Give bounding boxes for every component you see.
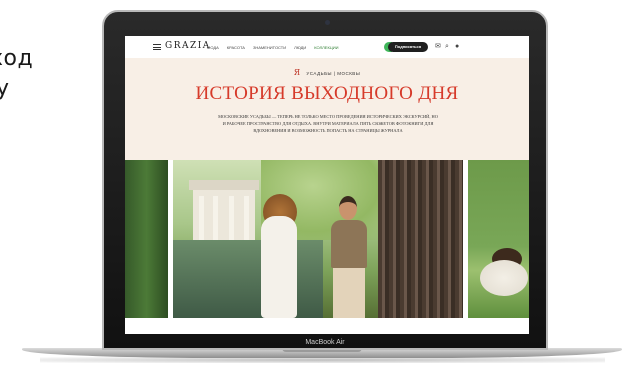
kicker-logo-icon: Я bbox=[293, 68, 301, 77]
menu-item-people[interactable]: Люди bbox=[294, 45, 306, 50]
side-caption-line-2: у bbox=[0, 76, 10, 101]
pavilion bbox=[189, 180, 259, 248]
kicker-label[interactable]: УСАДЬБЫ | МОСКВЫ bbox=[306, 71, 360, 76]
menu-item-beauty[interactable]: Красота bbox=[227, 45, 245, 50]
laptop-screen: GRAZIA Мода Красота Знаменитости Люди Ко… bbox=[125, 36, 529, 334]
man-figure-head bbox=[339, 196, 357, 220]
pavilion-column bbox=[199, 196, 204, 244]
man-figure-pants bbox=[333, 268, 365, 318]
main-menu: Мода Красота Знаменитости Люди Коллекции bbox=[207, 45, 339, 50]
article-lead: Московские усадьбы — теперь не только ме… bbox=[218, 114, 438, 133]
pavilion-column bbox=[213, 196, 218, 244]
pavilion-column bbox=[229, 196, 234, 244]
article-hero: Я УСАДЬБЫ | МОСКВЫ ИСТОРИЯ ВЫХОДНОГО ДНЯ… bbox=[125, 58, 529, 160]
mail-icon[interactable]: ✉ bbox=[435, 43, 442, 50]
article-kicker: Я УСАДЬБЫ | МОСКВЫ bbox=[125, 68, 529, 77]
site-navbar: GRAZIA Мода Красота Знаменитости Люди Ко… bbox=[125, 36, 529, 58]
reclining-figure bbox=[480, 260, 528, 296]
site-logo[interactable]: GRAZIA bbox=[165, 41, 211, 51]
man-figure-shirt bbox=[331, 220, 367, 268]
gallery-photo-next[interactable] bbox=[468, 160, 529, 318]
gallery-photo-main[interactable] bbox=[173, 160, 463, 318]
user-icon[interactable]: ● bbox=[455, 43, 462, 50]
pond bbox=[173, 240, 323, 318]
subscribe-button[interactable]: Подписаться bbox=[388, 42, 428, 52]
menu-item-fashion[interactable]: Мода bbox=[207, 45, 219, 50]
gallery-photo-prev[interactable] bbox=[125, 160, 168, 318]
camera-icon bbox=[325, 20, 330, 25]
menu-icon[interactable] bbox=[153, 44, 161, 50]
laptop-model-label: MacBook Air bbox=[305, 339, 345, 346]
laptop-lid: MacBook Air GRAZIA Мода Красота Знаменит… bbox=[102, 10, 548, 350]
side-caption: ход у bbox=[0, 44, 33, 104]
search-icon[interactable]: ⌕ bbox=[445, 43, 452, 50]
article-title: ИСТОРИЯ ВЫХОДНОГО ДНЯ bbox=[195, 83, 459, 104]
menu-item-collections[interactable]: Коллекции bbox=[314, 45, 338, 50]
tree-trunk bbox=[378, 160, 463, 318]
side-caption-line-1: ход bbox=[0, 46, 34, 71]
pavilion-column bbox=[244, 196, 249, 244]
photo-gallery bbox=[125, 160, 529, 318]
woman-figure bbox=[261, 216, 297, 318]
menu-item-celebrities[interactable]: Знаменитости bbox=[253, 45, 286, 50]
